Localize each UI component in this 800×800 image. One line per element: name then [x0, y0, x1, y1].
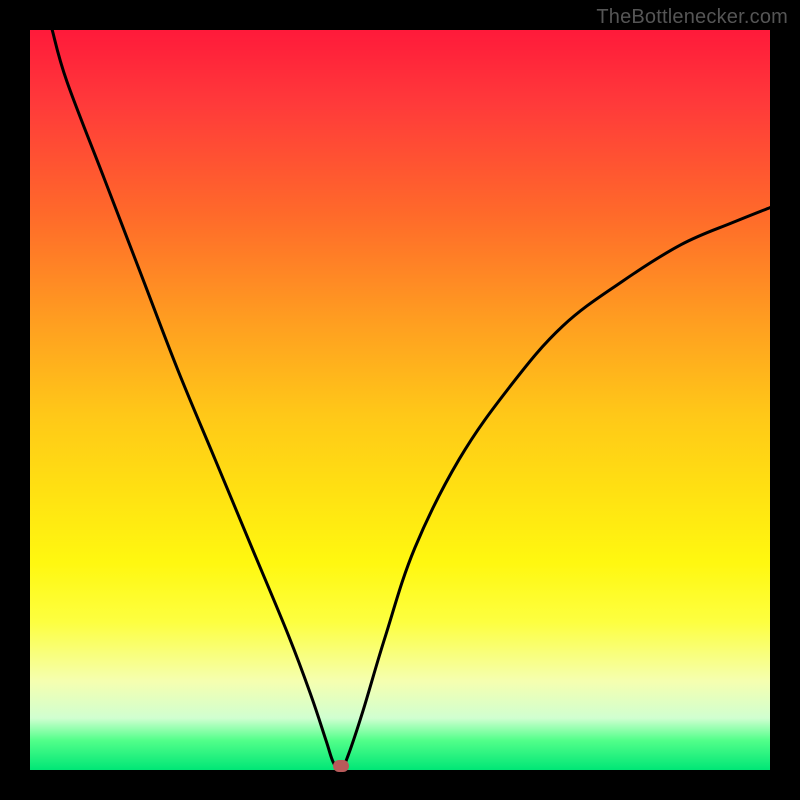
watermark-text: TheBottlenecker.com — [596, 6, 788, 29]
chart-frame: TheBottlenecker.com — [0, 0, 800, 800]
plot-area — [30, 30, 770, 770]
optimum-marker — [333, 760, 349, 772]
bottleneck-curve — [30, 30, 770, 770]
